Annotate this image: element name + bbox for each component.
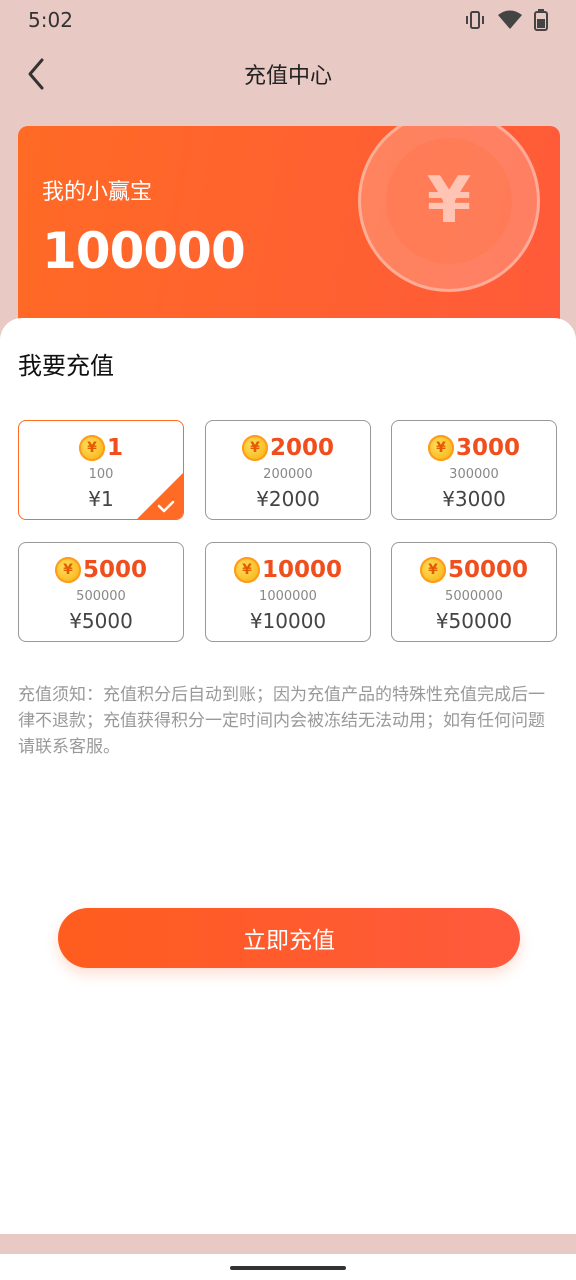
option-amount: 10000 bbox=[261, 557, 343, 583]
recharge-option[interactable]: ¥ 5000 500000 ¥5000 bbox=[18, 542, 184, 642]
balance-value: 100000 bbox=[42, 222, 246, 280]
coin-icon: ¥ bbox=[54, 557, 81, 583]
recharge-option[interactable]: ¥ 1 100 ¥1 bbox=[18, 420, 184, 520]
option-points: 200000 bbox=[263, 467, 313, 482]
section-title: 我要充值 bbox=[18, 352, 114, 380]
status-icons bbox=[464, 9, 548, 31]
recharge-option[interactable]: ¥ 3000 300000 ¥3000 bbox=[391, 420, 557, 520]
option-amount: 1 bbox=[106, 435, 123, 461]
option-price: ¥5000 bbox=[69, 609, 133, 633]
option-amount: 2000 bbox=[269, 435, 334, 461]
recharge-option[interactable]: ¥ 10000 1000000 ¥10000 bbox=[205, 542, 371, 642]
status-time: 5:02 bbox=[28, 8, 73, 32]
recharge-option[interactable]: ¥ 2000 200000 ¥2000 bbox=[205, 420, 371, 520]
coin-icon: ¥ bbox=[419, 557, 446, 583]
status-bar: 5:02 bbox=[0, 0, 576, 40]
option-price: ¥50000 bbox=[435, 609, 513, 633]
coin-icon: ¥ bbox=[78, 435, 105, 461]
option-price: ¥3000 bbox=[442, 487, 506, 511]
yuan-icon: ¥ bbox=[386, 138, 512, 264]
option-amount: 50000 bbox=[447, 557, 529, 583]
recharge-sheet: 我要充值 ¥ 1 100 ¥1 ¥ 2000 200000 ¥2000 ¥ 30… bbox=[0, 318, 576, 1234]
nav-bar: 充值中心 bbox=[0, 44, 576, 104]
option-price: ¥10000 bbox=[249, 609, 327, 633]
wifi-icon bbox=[498, 10, 522, 29]
coin-icon: ¥ bbox=[427, 435, 454, 461]
battery-icon bbox=[534, 9, 548, 31]
recharge-option[interactable]: ¥ 50000 5000000 ¥50000 bbox=[391, 542, 557, 642]
option-price: ¥2000 bbox=[256, 487, 320, 511]
balance-label: 我的小赢宝 bbox=[42, 180, 153, 205]
option-points: 1000000 bbox=[259, 589, 317, 604]
option-amount: 3000 bbox=[455, 435, 520, 461]
page-title: 充值中心 bbox=[243, 64, 332, 89]
selected-check-icon bbox=[137, 473, 183, 519]
option-points: 500000 bbox=[76, 589, 126, 604]
option-points: 5000000 bbox=[445, 589, 503, 604]
option-amount: 5000 bbox=[82, 557, 147, 583]
coin-icon: ¥ bbox=[233, 557, 260, 583]
gesture-bar bbox=[0, 1254, 576, 1280]
recharge-now-button[interactable]: 立即充值 bbox=[58, 908, 520, 968]
home-indicator[interactable] bbox=[230, 1266, 346, 1270]
vibrate-icon bbox=[466, 11, 484, 29]
coin-icon: ¥ bbox=[241, 435, 268, 461]
recharge-notice: 充值须知：充值积分后自动到账；因为充值产品的特殊性充值完成后一律不退款；充值获得… bbox=[18, 685, 545, 757]
yuan-decoration: ¥ bbox=[358, 126, 540, 292]
option-points: 300000 bbox=[449, 467, 499, 482]
